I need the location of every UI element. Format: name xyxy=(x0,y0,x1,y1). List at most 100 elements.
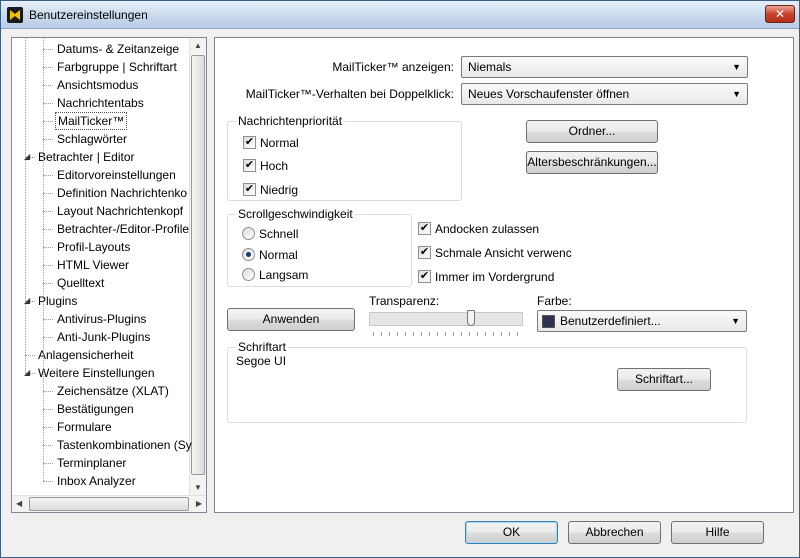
cancel-button[interactable]: Abbrechen xyxy=(568,521,661,544)
transparency-label: Transparenz: xyxy=(369,294,440,308)
tree-item[interactable]: Schlagwörter xyxy=(55,130,129,148)
transparency-ticks xyxy=(373,332,521,336)
settings-tree[interactable]: ▲ ▼ ◀ ▶ Datums- & Zeitanzeige Farbgruppe … xyxy=(11,37,207,513)
priority-high-checkbox[interactable]: ✔ xyxy=(243,159,256,172)
mailticker-settings-panel: MailTicker™ anzeigen: Niemals ▼ MailTick… xyxy=(214,37,794,513)
priority-normal-checkbox[interactable]: ✔ xyxy=(243,136,256,149)
tree-item[interactable]: Tastenkombinationen (Sy xyxy=(55,436,194,454)
scroll-normal-label: Normal xyxy=(259,248,298,262)
scroll-thumb[interactable] xyxy=(29,497,189,511)
chevron-down-icon: ▼ xyxy=(731,316,740,326)
tree-connector xyxy=(43,103,53,104)
docking-label: Andocken zulassen xyxy=(435,222,540,236)
tree-connector xyxy=(43,427,53,428)
docking-checkbox[interactable]: ✔ xyxy=(418,222,431,235)
priority-group-title: Nachrichtenpriorität xyxy=(236,114,345,128)
folder-button[interactable]: Ordner... xyxy=(526,120,658,143)
priority-normal-label: Normal xyxy=(260,136,299,150)
scroll-speed-group-title: Scrollgeschwindigkeit xyxy=(236,207,355,221)
tree-item[interactable]: Nachrichtentabs xyxy=(55,94,146,112)
tree-item[interactable]: Farbgruppe | Schriftart xyxy=(55,58,179,76)
scroll-normal-radio[interactable] xyxy=(242,248,255,261)
preferences-dialog: Benutzereinstellungen ✕ ▲ ▼ ◀ ▶ Datums- … xyxy=(0,0,800,558)
tree-connector xyxy=(43,481,53,482)
priority-low-label: Niedrig xyxy=(260,183,299,197)
tree-item[interactable]: Anti-Junk-Plugins xyxy=(55,328,152,346)
tree-item[interactable]: Betrachter | Editor xyxy=(36,148,137,166)
scroll-right-icon[interactable]: ▶ xyxy=(196,499,202,508)
tree-vertical-scrollbar[interactable]: ▲ ▼ xyxy=(189,38,206,495)
color-value: Benutzerdefiniert... xyxy=(560,314,661,328)
scroll-down-icon[interactable]: ▼ xyxy=(194,483,202,492)
close-button[interactable]: ✕ xyxy=(765,5,795,23)
tree-item[interactable]: Antivirus-Plugins xyxy=(55,310,148,328)
tree-item[interactable]: Weitere Einstellungen xyxy=(36,364,157,382)
tree-connector xyxy=(43,463,53,464)
priority-group: Nachrichtenpriorität ✔ Normal ✔ Hoch ✔ N… xyxy=(227,114,462,201)
color-label: Farbe: xyxy=(537,294,572,308)
ok-button[interactable]: OK xyxy=(465,521,558,544)
scroll-slow-radio[interactable] xyxy=(242,268,255,281)
app-icon xyxy=(7,7,23,23)
doubleclick-label: MailTicker™-Verhalten bei Doppelklick: xyxy=(245,87,454,101)
tree-horizontal-scrollbar[interactable]: ◀ ▶ xyxy=(12,495,206,512)
tree-connector xyxy=(43,139,53,140)
tree-connector xyxy=(43,38,44,481)
tree-item[interactable]: HTML Viewer xyxy=(55,256,131,274)
scroll-thumb[interactable] xyxy=(191,55,205,475)
scroll-left-icon[interactable]: ◀ xyxy=(16,499,22,508)
tree-connector xyxy=(43,175,53,176)
tree-item[interactable]: Inbox Analyzer xyxy=(55,472,138,490)
chevron-down-icon: ▼ xyxy=(732,62,741,72)
tree-connector xyxy=(43,49,53,50)
tree-connector xyxy=(43,121,53,122)
always-on-top-checkbox[interactable]: ✔ xyxy=(418,270,431,283)
priority-high-label: Hoch xyxy=(260,159,289,173)
tree-connector xyxy=(43,67,53,68)
tree-item[interactable]: Formulare xyxy=(55,418,114,436)
tree-connector xyxy=(25,38,26,373)
tree-item[interactable]: Editorvoreinstellungen xyxy=(55,166,178,184)
scroll-fast-radio[interactable] xyxy=(242,227,255,240)
tree-item[interactable]: Zeichensätze (XLAT) xyxy=(55,382,171,400)
tree-connector xyxy=(43,265,53,266)
font-group: Schriftart Segoe UI Schriftart... xyxy=(227,340,747,423)
tree-item[interactable]: Profil-Layouts xyxy=(55,238,132,256)
scroll-up-icon[interactable]: ▲ xyxy=(194,41,202,50)
help-button[interactable]: Hilfe xyxy=(671,521,764,544)
transparency-slider[interactable] xyxy=(369,312,523,326)
show-ticker-value: Niemals xyxy=(468,60,512,74)
narrow-view-checkbox[interactable]: ✔ xyxy=(418,246,431,259)
priority-low-checkbox[interactable]: ✔ xyxy=(243,183,256,196)
tree-connector xyxy=(43,409,53,410)
tree-item[interactable]: Betrachter-/Editor-Profile xyxy=(55,220,191,238)
tree-connector xyxy=(43,319,53,320)
scroll-slow-label: Langsam xyxy=(259,268,309,282)
tree-item[interactable]: Anlagensicherheit xyxy=(36,346,135,364)
age-limits-button[interactable]: Altersbeschränkungen... xyxy=(526,151,658,174)
title-bar: Benutzereinstellungen ✕ xyxy=(1,1,799,29)
tree-item[interactable]: Bestätigungen xyxy=(55,400,136,418)
tree-connector xyxy=(43,85,53,86)
transparency-slider-thumb[interactable] xyxy=(466,310,475,326)
doubleclick-value: Neues Vorschaufenster öffnen xyxy=(468,87,630,101)
show-ticker-dropdown[interactable]: Niemals ▼ xyxy=(461,56,748,78)
tree-connector xyxy=(43,193,53,194)
tree-item[interactable]: Datums- & Zeitanzeige xyxy=(55,40,181,58)
window-title: Benutzereinstellungen xyxy=(29,8,148,22)
tree-connector xyxy=(43,445,53,446)
tree-item[interactable]: Quelltext xyxy=(55,274,106,292)
tree-item[interactable]: Ansichtsmodus xyxy=(55,76,140,94)
tree-item[interactable]: Definition Nachrichtenko xyxy=(55,184,189,202)
color-dropdown[interactable]: Benutzerdefiniert... ▼ xyxy=(537,310,747,332)
tree-item[interactable]: Terminplaner xyxy=(55,454,128,472)
font-button[interactable]: Schriftart... xyxy=(617,368,711,391)
tree-item[interactable]: Layout Nachrichtenkopf xyxy=(55,202,185,220)
always-on-top-label: Immer im Vordergrund xyxy=(435,270,555,284)
color-swatch xyxy=(542,315,555,328)
chevron-down-icon: ▼ xyxy=(732,89,741,99)
apply-button[interactable]: Anwenden xyxy=(227,308,355,331)
tree-connector xyxy=(43,229,53,230)
tree-item[interactable]: MailTicker™ xyxy=(55,112,128,130)
doubleclick-dropdown[interactable]: Neues Vorschaufenster öffnen ▼ xyxy=(461,83,748,105)
